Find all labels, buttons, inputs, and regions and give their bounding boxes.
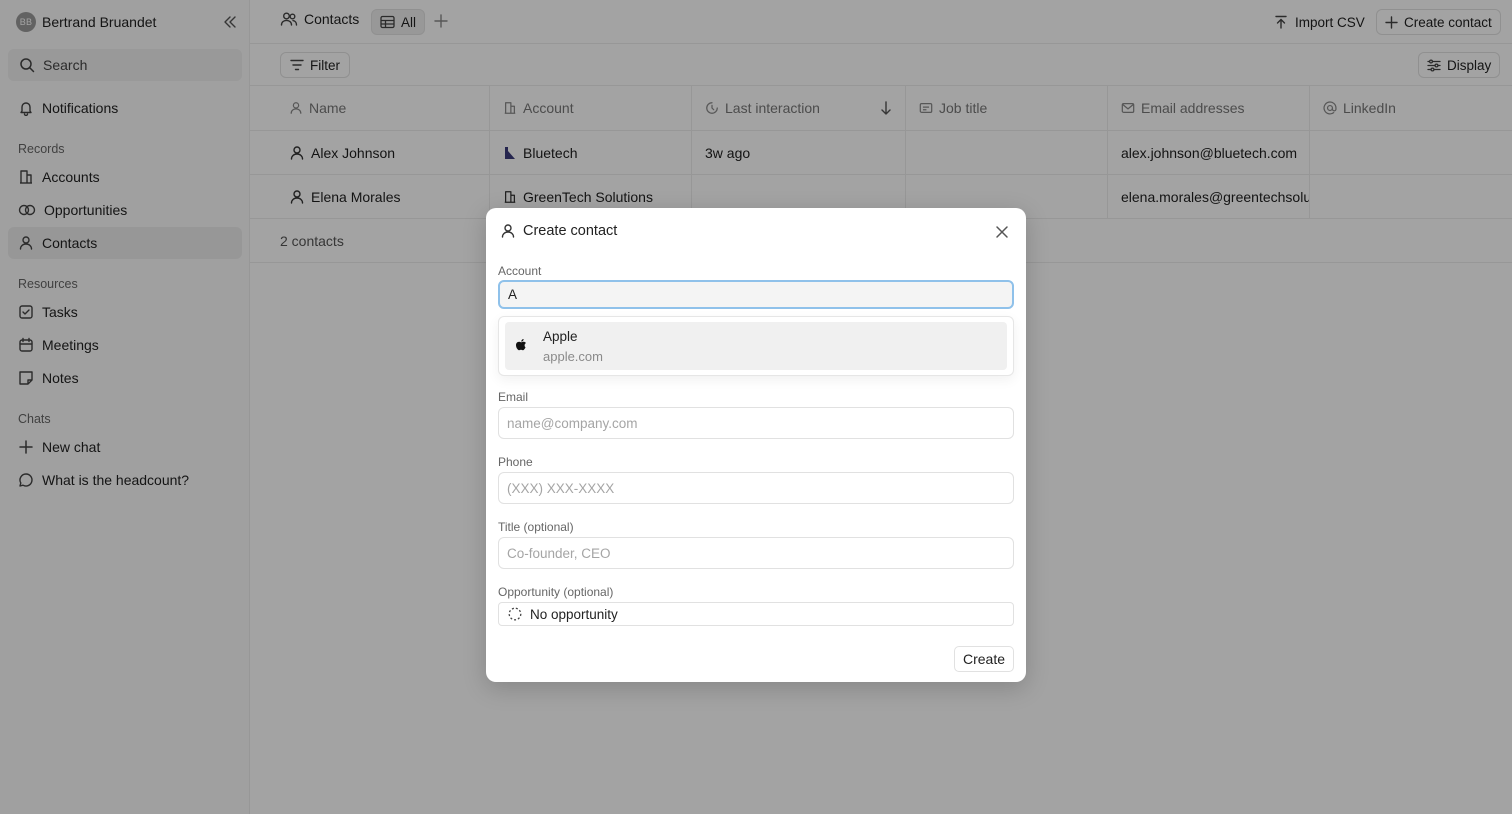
account-input[interactable] <box>498 280 1014 309</box>
opportunity-select[interactable]: No opportunity <box>498 602 1014 626</box>
create-button[interactable]: Create <box>954 646 1015 672</box>
dialog-header: Create contact <box>500 223 617 239</box>
phone-field[interactable] <box>498 472 1014 504</box>
suggestion-name: Apple <box>543 329 578 344</box>
create-contact-dialog: Create contact Account Apple apple.com E… <box>486 208 1026 682</box>
dashed-circle-icon <box>508 607 522 621</box>
title-field[interactable] <box>498 537 1014 569</box>
account-label: Account <box>498 264 542 278</box>
suggestion-apple[interactable]: Apple apple.com <box>505 322 1007 370</box>
title-label: Title (optional) <box>498 520 574 534</box>
account-suggestions: Apple apple.com <box>498 316 1014 376</box>
email-label: Email <box>498 390 529 404</box>
person-icon <box>500 223 516 239</box>
close-icon[interactable] <box>994 224 1010 240</box>
suggestion-domain: apple.com <box>543 349 603 364</box>
apple-logo-icon <box>515 338 527 352</box>
opportunity-label: Opportunity (optional) <box>498 585 614 599</box>
dialog-title: Create contact <box>523 223 618 239</box>
phone-label: Phone <box>498 455 533 469</box>
opportunity-value: No opportunity <box>530 606 618 622</box>
email-field[interactable] <box>498 407 1014 439</box>
